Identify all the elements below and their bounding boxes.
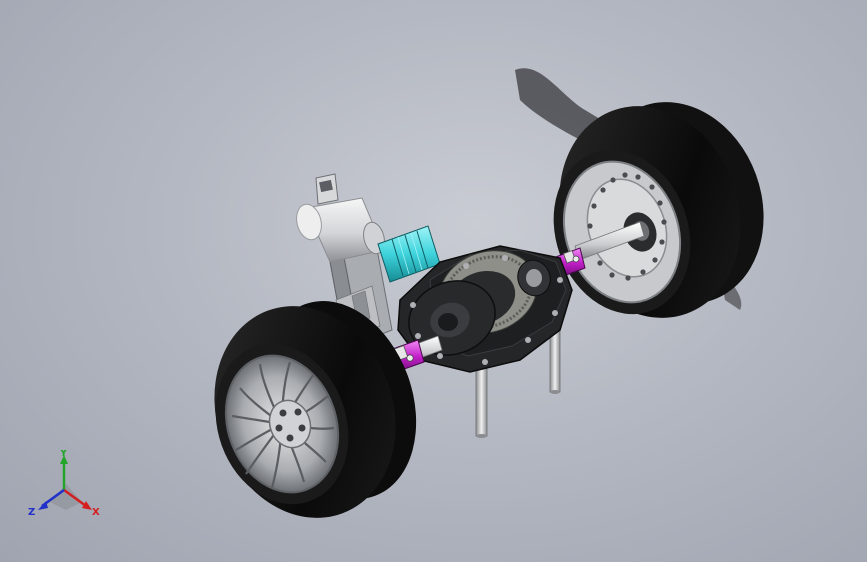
x-axis-arrow <box>82 501 92 510</box>
cad-model-3d-view[interactable] <box>0 0 867 562</box>
drive-motor[interactable] <box>293 173 388 263</box>
graphics-viewport[interactable]: Y X Z <box>0 0 867 562</box>
z-axis-label: Z <box>28 507 35 518</box>
x-axis-label: X <box>92 507 100 518</box>
triad-axes: Y X Z <box>28 448 100 518</box>
support-post-left <box>475 359 488 438</box>
y-axis-label: Y <box>59 450 68 459</box>
orientation-triad[interactable]: Y X Z <box>26 448 106 522</box>
